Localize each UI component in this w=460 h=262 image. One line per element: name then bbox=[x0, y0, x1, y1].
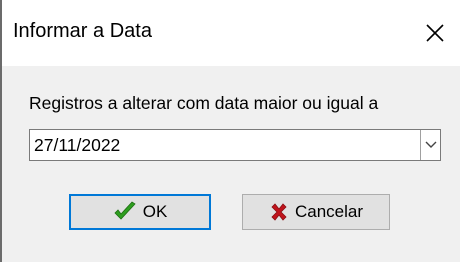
date-picker[interactable] bbox=[29, 129, 441, 161]
close-button[interactable] bbox=[418, 16, 452, 50]
date-input[interactable] bbox=[30, 130, 418, 160]
cancel-button[interactable]: Cancelar bbox=[242, 194, 390, 230]
close-icon bbox=[426, 24, 444, 42]
window-edge bbox=[0, 0, 2, 262]
ok-button-label: OK bbox=[142, 202, 168, 221]
dialog-title: Informar a Data bbox=[13, 20, 152, 42]
ok-button[interactable]: OK bbox=[69, 194, 211, 230]
dialog-body: Registros a alterar com data maior ou ig… bbox=[2, 66, 460, 262]
title-bar: Informar a Data bbox=[0, 0, 460, 66]
checkmark-icon bbox=[113, 201, 137, 223]
chevron-down-icon bbox=[425, 141, 437, 148]
x-icon bbox=[269, 202, 289, 222]
date-dropdown-button[interactable] bbox=[420, 130, 440, 160]
cancel-button-label: Cancelar bbox=[294, 202, 364, 221]
dialog-window: Informar a Data Registros a alterar com … bbox=[0, 0, 460, 262]
date-prompt-label: Registros a alterar com data maior ou ig… bbox=[29, 93, 379, 113]
